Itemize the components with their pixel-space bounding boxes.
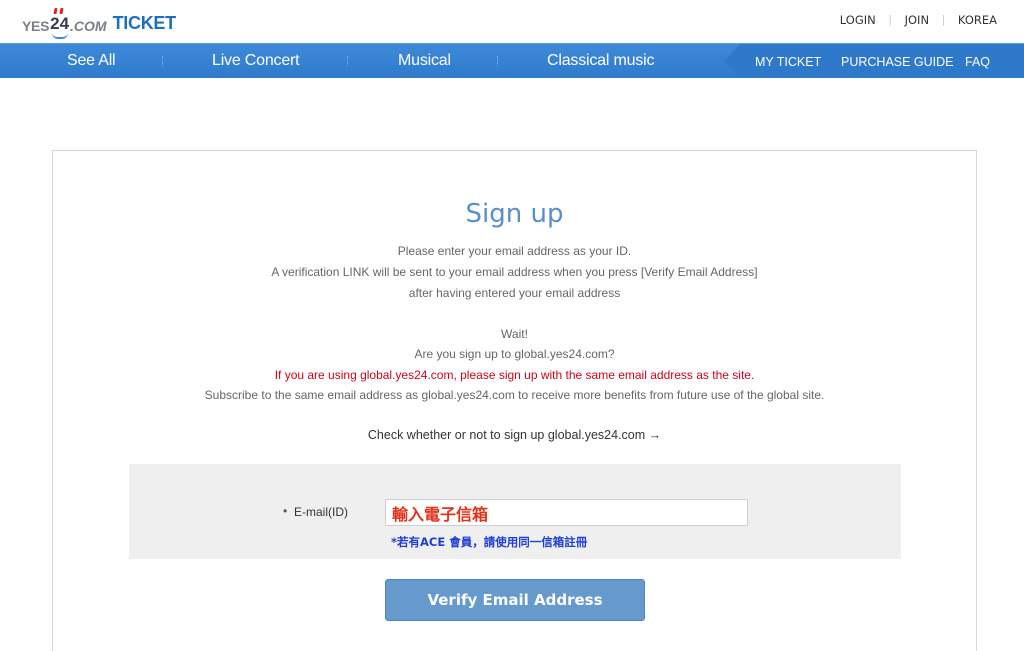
join-link[interactable]: JOIN bbox=[905, 13, 929, 27]
logo-24-number: 24 bbox=[50, 14, 70, 33]
top-links: LOGIN | JOIN | KOREA bbox=[840, 13, 997, 27]
email-label: E-mail(ID) bbox=[294, 505, 348, 519]
logo-com-text: .COM bbox=[70, 18, 107, 34]
purchase-guide-link[interactable]: PURCHASE GUIDE bbox=[841, 55, 954, 69]
faq-link[interactable]: FAQ bbox=[965, 55, 990, 69]
intro-line-1: Please enter your email address as your … bbox=[397, 244, 632, 258]
page-title: Sign up bbox=[465, 199, 564, 229]
nav-divider bbox=[347, 56, 348, 66]
subscribe-info: Subscribe to the same email address as g… bbox=[204, 388, 825, 402]
bullet-icon: • bbox=[283, 504, 288, 518]
nav-classical-music[interactable]: Classical music bbox=[547, 52, 654, 70]
nav-musical[interactable]: Musical bbox=[398, 52, 451, 70]
logo-yes-text: YES bbox=[22, 18, 50, 34]
logo-ticket-text: TICKET bbox=[112, 13, 177, 33]
global-question: Are you sign up to global.yes24.com? bbox=[414, 347, 615, 361]
verify-email-button[interactable]: Verify Email Address bbox=[385, 579, 645, 621]
nav-divider bbox=[162, 56, 163, 66]
top-bar: YES 24 .COM TICKET LOGIN | JOIN | KOREA bbox=[0, 0, 1024, 43]
main-nav: See All Live Concert Musical Classical m… bbox=[0, 43, 1024, 78]
signup-panel: Sign up Please enter your email address … bbox=[52, 150, 977, 651]
nav-divider bbox=[497, 56, 498, 66]
logo-smile-icon bbox=[52, 33, 69, 39]
divider: | bbox=[888, 14, 892, 26]
yes24-ticket-logo[interactable]: YES 24 .COM TICKET bbox=[22, 8, 177, 39]
ace-member-note: *若有ACE 會員，請使用同一信箱註冊 bbox=[391, 535, 588, 549]
login-link[interactable]: LOGIN bbox=[840, 13, 876, 27]
email-input[interactable] bbox=[385, 499, 748, 526]
my-ticket-link[interactable]: MY TICKET bbox=[755, 55, 821, 69]
check-global-link[interactable]: Check whether or not to sign up global.y… bbox=[53, 428, 976, 442]
nav-live-concert[interactable]: Live Concert bbox=[212, 52, 300, 70]
email-form-area: • E-mail(ID) *若有ACE 會員，請使用同一信箱註冊 bbox=[129, 464, 901, 559]
logo-marks-icon bbox=[53, 8, 65, 14]
logo-24-text: 24 bbox=[50, 8, 70, 39]
global-warning: If you are using global.yes24.com, pleas… bbox=[274, 368, 755, 382]
intro-line-2: A verification LINK will be sent to your… bbox=[271, 265, 758, 279]
divider: | bbox=[942, 14, 945, 26]
intro-line-3: after having entered your email address bbox=[408, 286, 621, 300]
korea-link[interactable]: KOREA bbox=[958, 13, 997, 27]
nav-see-all[interactable]: See All bbox=[67, 52, 116, 70]
nav-utility-menu: MY TICKET PURCHASE GUIDE FAQ bbox=[724, 44, 1024, 78]
wait-text: Wait! bbox=[501, 327, 528, 341]
